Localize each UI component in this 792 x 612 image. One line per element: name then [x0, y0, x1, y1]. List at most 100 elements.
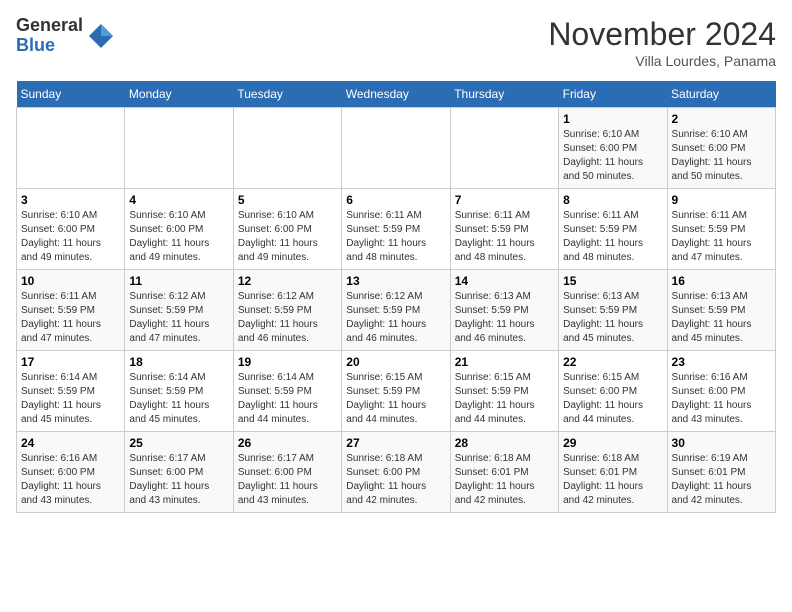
day-number: 1: [563, 112, 662, 126]
day-info: Sunrise: 6:16 AM Sunset: 6:00 PM Dayligh…: [672, 371, 771, 427]
day-info: Sunrise: 6:18 AM Sunset: 6:01 PM Dayligh…: [455, 452, 554, 508]
day-info: Sunrise: 6:13 AM Sunset: 5:59 PM Dayligh…: [563, 290, 662, 346]
day-number: 19: [238, 355, 337, 369]
day-number: 29: [563, 436, 662, 450]
day-number: 28: [455, 436, 554, 450]
day-info: Sunrise: 6:11 AM Sunset: 5:59 PM Dayligh…: [346, 209, 445, 265]
calendar-week-5: 24 Sunrise: 6:16 AM Sunset: 6:00 PM Dayli…: [17, 432, 776, 513]
calendar-cell: 11 Sunrise: 6:12 AM Sunset: 5:59 PM Dayli…: [125, 270, 233, 351]
day-header-sunday: Sunday: [17, 81, 125, 108]
calendar-week-3: 10Sunrise: 6:11 AM Sunset: 5:59 PM Dayli…: [17, 270, 776, 351]
day-number: 26: [238, 436, 337, 450]
calendar-cell: 21Sunrise: 6:15 AM Sunset: 5:59 PM Dayli…: [450, 351, 558, 432]
day-number: 13: [346, 274, 445, 288]
calendar-cell: [450, 108, 558, 189]
calendar-cell: 15Sunrise: 6:13 AM Sunset: 5:59 PM Dayli…: [559, 270, 667, 351]
day-header-tuesday: Tuesday: [233, 81, 341, 108]
day-info: Sunrise: 6:14 AM Sunset: 5:59 PM Dayligh…: [129, 371, 228, 427]
calendar-cell: 30 Sunrise: 6:19 AM Sunset: 6:01 PM Dayli…: [667, 432, 775, 513]
day-number: 22: [563, 355, 662, 369]
day-header-thursday: Thursday: [450, 81, 558, 108]
calendar-cell: 18Sunrise: 6:14 AM Sunset: 5:59 PM Dayli…: [125, 351, 233, 432]
day-info: Sunrise: 6:12 AM Sunset: 5:59 PM Dayligh…: [346, 290, 445, 346]
day-info: Sunrise: 6:13 AM Sunset: 5:59 PM Dayligh…: [455, 290, 554, 346]
day-number: 20: [346, 355, 445, 369]
day-info: Sunrise: 6:11 AM Sunset: 5:59 PM Dayligh…: [455, 209, 554, 265]
day-number: 30: [672, 436, 771, 450]
calendar-cell: [17, 108, 125, 189]
day-info: Sunrise: 6:19 AM Sunset: 6:01 PM Dayligh…: [672, 452, 771, 508]
day-number: 9: [672, 193, 771, 207]
calendar-cell: 23Sunrise: 6:16 AM Sunset: 6:00 PM Dayli…: [667, 351, 775, 432]
calendar-cell: 4 Sunrise: 6:10 AM Sunset: 6:00 PM Daylig…: [125, 189, 233, 270]
calendar-cell: 10Sunrise: 6:11 AM Sunset: 5:59 PM Dayli…: [17, 270, 125, 351]
page-header: General Blue November 2024 Villa Lourdes…: [16, 16, 776, 69]
calendar-cell: 17 Sunrise: 6:14 AM Sunset: 5:59 PM Dayli…: [17, 351, 125, 432]
day-number: 12: [238, 274, 337, 288]
calendar-cell: 14 Sunrise: 6:13 AM Sunset: 5:59 PM Dayli…: [450, 270, 558, 351]
day-number: 8: [563, 193, 662, 207]
day-info: Sunrise: 6:14 AM Sunset: 5:59 PM Dayligh…: [238, 371, 337, 427]
title-block: November 2024 Villa Lourdes, Panama: [548, 16, 776, 69]
day-number: 5: [238, 193, 337, 207]
day-number: 4: [129, 193, 228, 207]
day-info: Sunrise: 6:18 AM Sunset: 6:01 PM Dayligh…: [563, 452, 662, 508]
calendar-week-4: 17 Sunrise: 6:14 AM Sunset: 5:59 PM Dayli…: [17, 351, 776, 432]
calendar-cell: 24 Sunrise: 6:16 AM Sunset: 6:00 PM Dayli…: [17, 432, 125, 513]
day-info: Sunrise: 6:10 AM Sunset: 6:00 PM Dayligh…: [21, 209, 120, 265]
calendar-cell: 28 Sunrise: 6:18 AM Sunset: 6:01 PM Dayli…: [450, 432, 558, 513]
calendar-cell: 8Sunrise: 6:11 AM Sunset: 5:59 PM Daylig…: [559, 189, 667, 270]
calendar-cell: 3 Sunrise: 6:10 AM Sunset: 6:00 PM Daylig…: [17, 189, 125, 270]
location: Villa Lourdes, Panama: [548, 53, 776, 69]
calendar-cell: 1 Sunrise: 6:10 AM Sunset: 6:00 PM Daylig…: [559, 108, 667, 189]
calendar-cell: 13 Sunrise: 6:12 AM Sunset: 5:59 PM Dayli…: [342, 270, 450, 351]
day-info: Sunrise: 6:10 AM Sunset: 6:00 PM Dayligh…: [129, 209, 228, 265]
logo-blue: Blue: [16, 36, 83, 56]
calendar-cell: 7 Sunrise: 6:11 AM Sunset: 5:59 PM Daylig…: [450, 189, 558, 270]
calendar-cell: 2Sunrise: 6:10 AM Sunset: 6:00 PM Daylig…: [667, 108, 775, 189]
day-info: Sunrise: 6:10 AM Sunset: 6:00 PM Dayligh…: [238, 209, 337, 265]
calendar-cell: 26 Sunrise: 6:17 AM Sunset: 6:00 PM Dayli…: [233, 432, 341, 513]
day-info: Sunrise: 6:10 AM Sunset: 6:00 PM Dayligh…: [672, 128, 771, 184]
calendar-week-2: 3 Sunrise: 6:10 AM Sunset: 6:00 PM Daylig…: [17, 189, 776, 270]
logo-general: General: [16, 16, 83, 36]
calendar-table: SundayMondayTuesdayWednesdayThursdayFrid…: [16, 81, 776, 513]
day-info: Sunrise: 6:10 AM Sunset: 6:00 PM Dayligh…: [563, 128, 662, 184]
day-number: 7: [455, 193, 554, 207]
day-header-saturday: Saturday: [667, 81, 775, 108]
day-number: 25: [129, 436, 228, 450]
month-title: November 2024: [548, 16, 776, 53]
calendar-cell: 6 Sunrise: 6:11 AM Sunset: 5:59 PM Daylig…: [342, 189, 450, 270]
day-info: Sunrise: 6:14 AM Sunset: 5:59 PM Dayligh…: [21, 371, 120, 427]
calendar-body: 1 Sunrise: 6:10 AM Sunset: 6:00 PM Daylig…: [17, 108, 776, 513]
day-header-friday: Friday: [559, 81, 667, 108]
calendar-cell: 25 Sunrise: 6:17 AM Sunset: 6:00 PM Dayli…: [125, 432, 233, 513]
day-info: Sunrise: 6:15 AM Sunset: 5:59 PM Dayligh…: [346, 371, 445, 427]
day-number: 10: [21, 274, 120, 288]
day-info: Sunrise: 6:18 AM Sunset: 6:00 PM Dayligh…: [346, 452, 445, 508]
day-number: 24: [21, 436, 120, 450]
calendar-cell: 12 Sunrise: 6:12 AM Sunset: 5:59 PM Dayli…: [233, 270, 341, 351]
day-info: Sunrise: 6:12 AM Sunset: 5:59 PM Dayligh…: [238, 290, 337, 346]
day-info: Sunrise: 6:17 AM Sunset: 6:00 PM Dayligh…: [129, 452, 228, 508]
day-info: Sunrise: 6:15 AM Sunset: 5:59 PM Dayligh…: [455, 371, 554, 427]
calendar-cell: 9 Sunrise: 6:11 AM Sunset: 5:59 PM Daylig…: [667, 189, 775, 270]
day-info: Sunrise: 6:12 AM Sunset: 5:59 PM Dayligh…: [129, 290, 228, 346]
day-number: 17: [21, 355, 120, 369]
calendar-cell: 29 Sunrise: 6:18 AM Sunset: 6:01 PM Dayli…: [559, 432, 667, 513]
day-number: 3: [21, 193, 120, 207]
day-header-wednesday: Wednesday: [342, 81, 450, 108]
day-info: Sunrise: 6:17 AM Sunset: 6:00 PM Dayligh…: [238, 452, 337, 508]
day-info: Sunrise: 6:11 AM Sunset: 5:59 PM Dayligh…: [672, 209, 771, 265]
day-info: Sunrise: 6:16 AM Sunset: 6:00 PM Dayligh…: [21, 452, 120, 508]
calendar-cell: 27 Sunrise: 6:18 AM Sunset: 6:00 PM Dayli…: [342, 432, 450, 513]
day-info: Sunrise: 6:13 AM Sunset: 5:59 PM Dayligh…: [672, 290, 771, 346]
calendar-cell: 22Sunrise: 6:15 AM Sunset: 6:00 PM Dayli…: [559, 351, 667, 432]
calendar-cell: [125, 108, 233, 189]
day-number: 11: [129, 274, 228, 288]
day-number: 14: [455, 274, 554, 288]
calendar-header-row: SundayMondayTuesdayWednesdayThursdayFrid…: [17, 81, 776, 108]
day-number: 27: [346, 436, 445, 450]
logo: General Blue: [16, 16, 115, 56]
day-number: 6: [346, 193, 445, 207]
